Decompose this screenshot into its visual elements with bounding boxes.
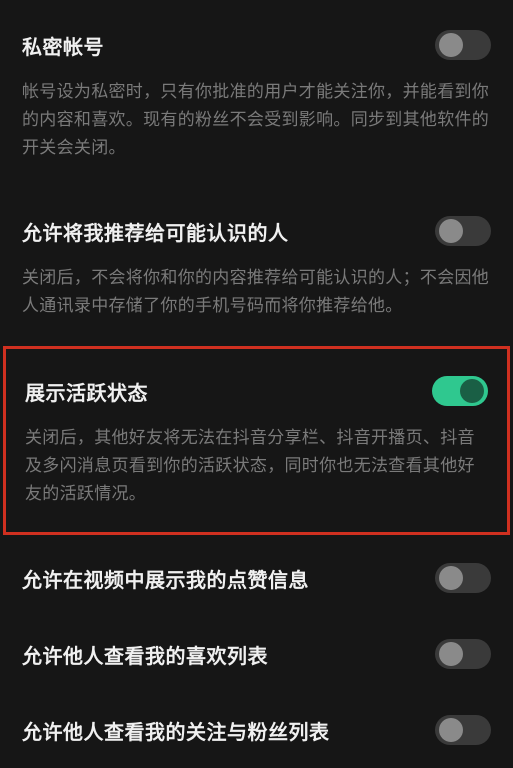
toggle-knob	[439, 219, 463, 243]
setting-show-likes-in-video: 允许在视频中展示我的点赞信息	[0, 537, 513, 613]
toggle-recommend-to-known[interactable]	[435, 216, 491, 246]
setting-allow-view-likes: 允许他人查看我的喜欢列表	[0, 613, 513, 689]
setting-row: 允许将我推荐给可能认识的人	[22, 216, 491, 246]
setting-title: 私密帐号	[22, 31, 104, 60]
setting-title: 展示活跃状态	[25, 377, 148, 406]
setting-row: 允许他人查看我的关注与粉丝列表	[22, 715, 491, 745]
setting-recommend-to-known: 允许将我推荐给可能认识的人 关闭后，不会将你和你的内容推荐给可能认识的人；不会因…	[0, 186, 513, 344]
toggle-allow-view-follows[interactable]	[435, 715, 491, 745]
setting-description: 关闭后，其他好友将无法在抖音分享栏、抖音开播页、抖音及多闪消息页看到你的活跃状态…	[25, 424, 488, 508]
settings-list: 私密帐号 帐号设为私密时，只有你批准的用户才能关注你，并能看到你的内容和喜欢。现…	[0, 0, 513, 765]
toggle-knob	[439, 566, 463, 590]
setting-private-account: 私密帐号 帐号设为私密时，只有你批准的用户才能关注你，并能看到你的内容和喜欢。现…	[0, 0, 513, 186]
setting-row: 允许他人查看我的喜欢列表	[22, 639, 491, 669]
setting-row: 展示活跃状态	[25, 376, 488, 406]
toggle-private-account[interactable]	[435, 30, 491, 60]
toggle-allow-view-likes[interactable]	[435, 639, 491, 669]
toggle-knob	[439, 718, 463, 742]
toggle-active-status[interactable]	[432, 376, 488, 406]
toggle-knob	[439, 33, 463, 57]
setting-row: 允许在视频中展示我的点赞信息	[22, 563, 491, 593]
setting-title: 允许他人查看我的喜欢列表	[22, 640, 268, 669]
setting-allow-view-follows: 允许他人查看我的关注与粉丝列表	[0, 689, 513, 765]
setting-description: 关闭后，不会将你和你的内容推荐给可能认识的人；不会因他人通讯录中存储了你的手机号…	[22, 264, 491, 320]
setting-row: 私密帐号	[22, 30, 491, 60]
toggle-knob	[439, 642, 463, 666]
setting-title: 允许将我推荐给可能认识的人	[22, 217, 289, 246]
setting-title: 允许他人查看我的关注与粉丝列表	[22, 716, 330, 745]
setting-active-status: 展示活跃状态 关闭后，其他好友将无法在抖音分享栏、抖音开播页、抖音及多闪消息页看…	[3, 346, 510, 535]
toggle-knob	[460, 379, 484, 403]
setting-title: 允许在视频中展示我的点赞信息	[22, 564, 309, 593]
setting-description: 帐号设为私密时，只有你批准的用户才能关注你，并能看到你的内容和喜欢。现有的粉丝不…	[22, 78, 491, 162]
toggle-show-likes-in-video[interactable]	[435, 563, 491, 593]
